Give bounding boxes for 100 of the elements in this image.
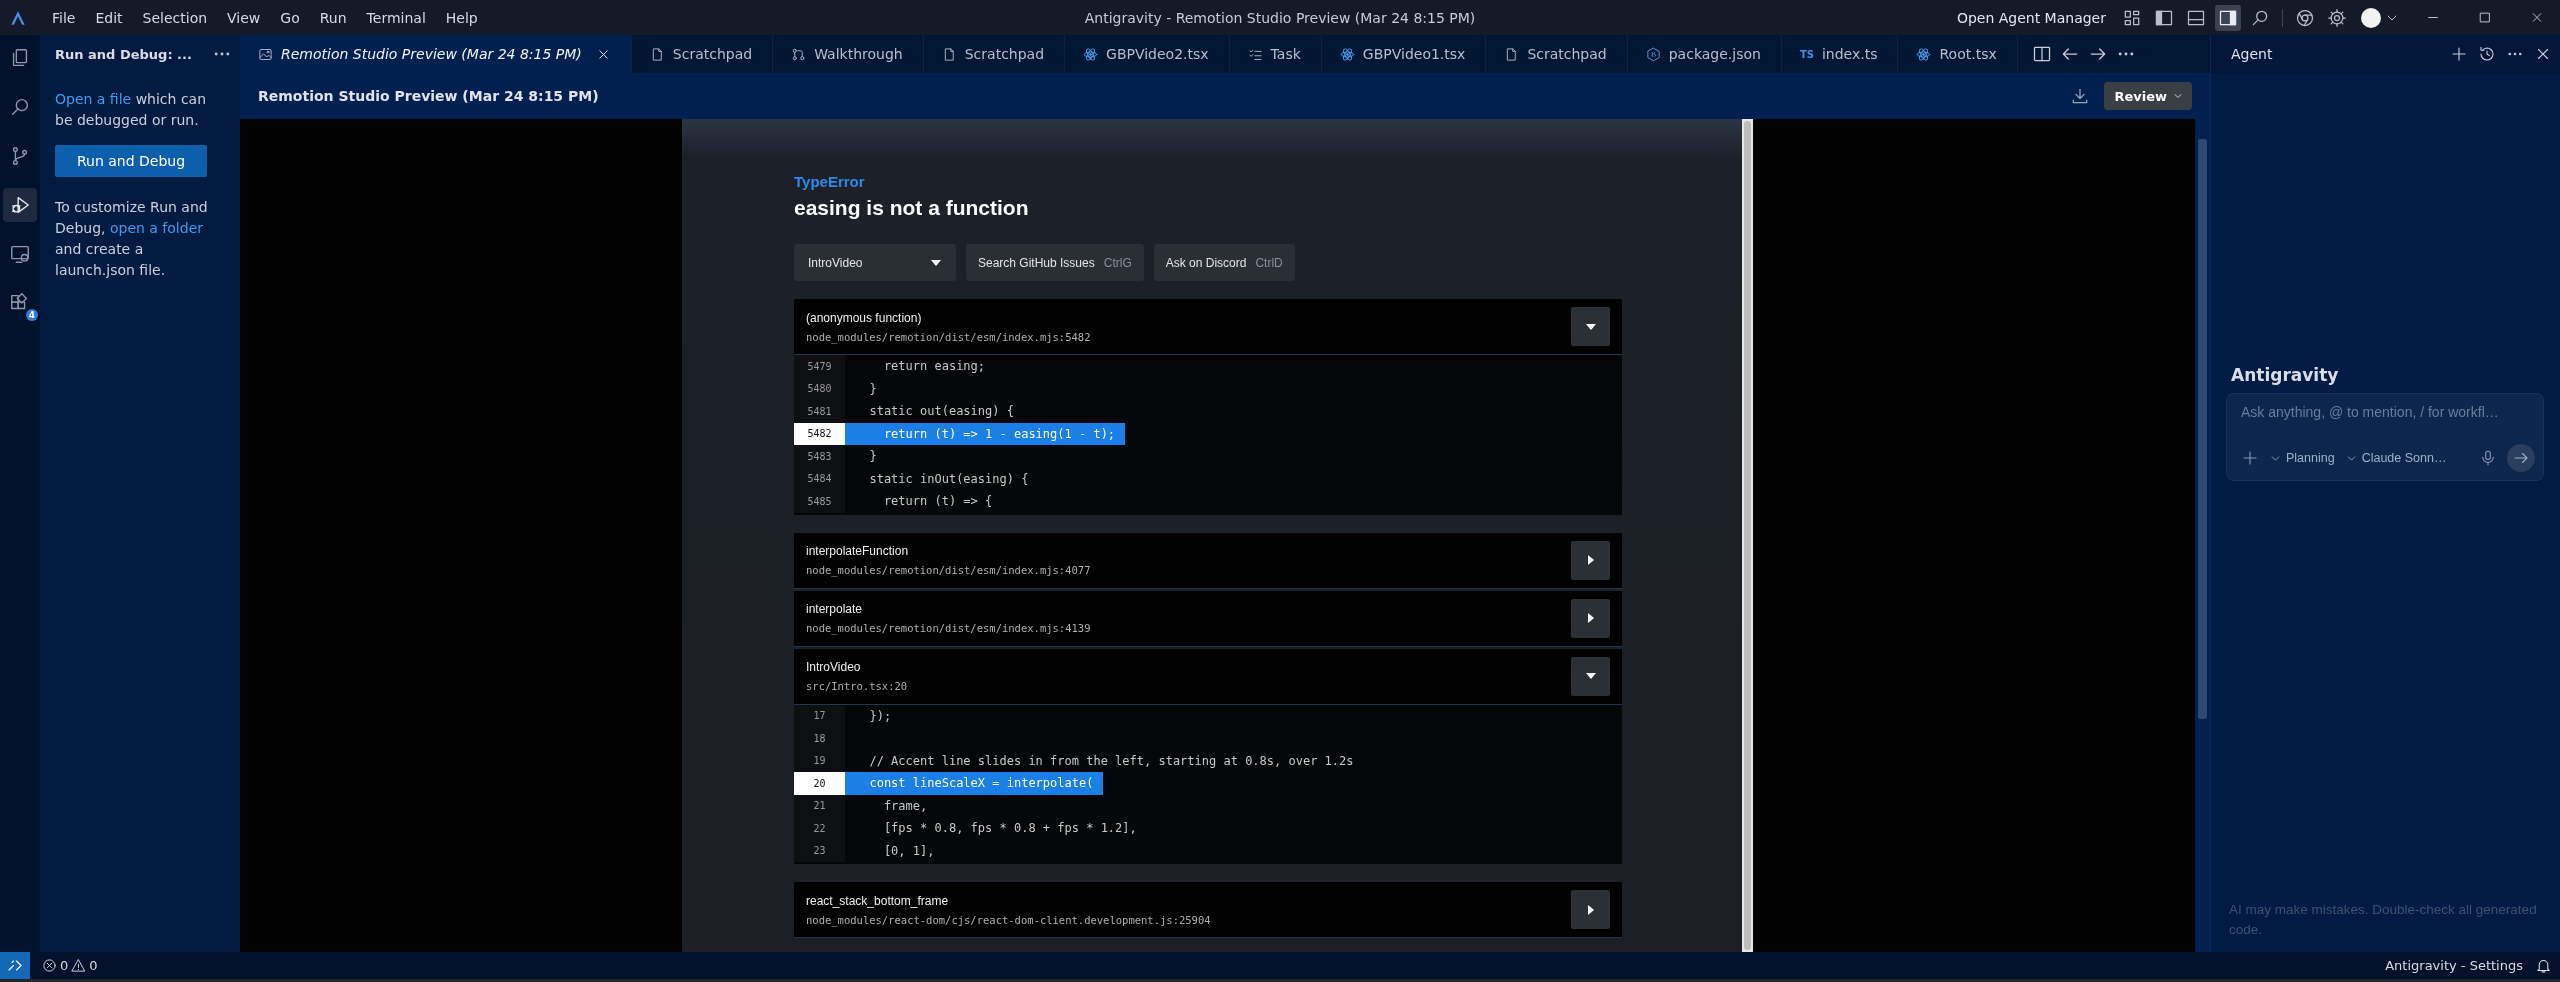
scrollbar-thumb[interactable] xyxy=(1744,121,1751,950)
error-icon xyxy=(42,958,57,973)
toggle-button[interactable] xyxy=(1571,598,1610,638)
split-editor-icon[interactable] xyxy=(2031,44,2052,64)
toggle-button[interactable] xyxy=(1571,540,1610,580)
menu-item[interactable]: Help xyxy=(435,5,488,30)
menu-item[interactable]: Edit xyxy=(85,5,133,30)
agent-manager-link[interactable]: Open Agent Manager xyxy=(1956,9,2106,26)
panel-title: Agent xyxy=(2231,46,2273,62)
function-name: interpolateFunction xyxy=(806,544,910,558)
sidebar-text: To customize Run and Debug, open a folder and create a launch.json file. xyxy=(55,198,209,280)
send-button[interactable] xyxy=(2507,444,2535,472)
warning-icon xyxy=(71,958,87,973)
code-line: static out(easing) { xyxy=(868,403,1015,421)
function-name: (anonymous function) xyxy=(806,310,923,325)
review-button[interactable]: Review xyxy=(2104,82,2192,110)
code-line: }); xyxy=(868,707,893,725)
function-name: react_stack_bottom_frame xyxy=(806,893,950,908)
atom-icon xyxy=(1339,46,1355,62)
problems-button[interactable]: 0 0 xyxy=(42,958,98,973)
count-badge: 4 xyxy=(25,309,38,321)
composition-dropdown[interactable]: IntroVideo xyxy=(794,244,956,281)
line-number: 5481 xyxy=(794,400,845,423)
new-chat-icon[interactable] xyxy=(2450,45,2468,63)
model-dropdown[interactable]: Claude Sonn… xyxy=(2344,451,2447,465)
error-message: easing is not a function xyxy=(794,196,1030,220)
toggle-button[interactable] xyxy=(1571,656,1610,696)
secondary-sidebar-toggle-icon[interactable] xyxy=(2215,4,2241,31)
code-line: // Accent line slides in from the left, starting at 0.8s, over 1.2s xyxy=(868,752,1355,770)
menu-item[interactable]: Run xyxy=(309,5,357,30)
search-icon xyxy=(9,96,31,118)
atom-icon xyxy=(1916,46,1932,62)
toggle-button[interactable] xyxy=(1571,890,1610,929)
branch-icon xyxy=(791,46,807,62)
atom-icon xyxy=(1083,46,1099,62)
caret-right-icon xyxy=(1586,903,1595,916)
link[interactable]: Open a file xyxy=(55,91,132,107)
function-name: IntroVideo xyxy=(806,660,862,674)
action-button[interactable]: Search GitHub Issues CtrlG xyxy=(966,244,1144,281)
mode-dropdown[interactable]: Planning xyxy=(2269,451,2335,465)
avatar-icon[interactable] xyxy=(2361,7,2381,28)
hexagon-icon xyxy=(1645,46,1661,62)
sidebar-title: Run and Debug: ... xyxy=(55,45,192,64)
code-line: [0, 1], xyxy=(882,842,936,860)
activity-run-debug-button[interactable] xyxy=(3,188,37,222)
activity-extensions-button[interactable]: 4 xyxy=(3,286,37,320)
line-number: 5485 xyxy=(794,490,845,513)
preview-title: Remotion Studio Preview (Mar 24 8:15 PM) xyxy=(258,88,599,104)
line-number: 5479 xyxy=(794,355,845,378)
code-line: static inOut(easing) { xyxy=(868,470,1030,488)
line-number: 5484 xyxy=(794,467,845,490)
remote-button[interactable] xyxy=(0,952,30,979)
line-number: 5482 xyxy=(794,422,845,445)
settings-status-item[interactable]: Antigravity - Settings xyxy=(2385,958,2523,973)
plus-icon[interactable] xyxy=(2241,449,2259,467)
link[interactable]: open a folder xyxy=(109,220,203,236)
code-line: frame, xyxy=(882,797,929,815)
menu-item[interactable]: View xyxy=(217,5,271,30)
monitor-icon xyxy=(9,243,31,265)
line-number: 22 xyxy=(794,817,845,840)
history-icon[interactable] xyxy=(2478,45,2496,63)
menu-item[interactable]: Selection xyxy=(132,5,218,30)
caret-right-icon xyxy=(1586,554,1595,566)
disclaimer-text: AI may make mistakes. Double-check all generated code. xyxy=(2229,901,2538,939)
editor-tab[interactable]: Remotion Studio Preview (Mar 24 8:15 PM) xyxy=(240,35,632,73)
file-location: node_modules/react-dom/cjs/react-dom-client.development.js:25904 xyxy=(806,913,1211,926)
error-type: TypeError xyxy=(794,173,866,190)
action-button[interactable]: Ask on Discord CtrlD xyxy=(1153,244,1295,281)
line-number: 19 xyxy=(794,749,845,772)
code-line: [fps * 0.8, fps * 0.8 + fps * 1.2], xyxy=(882,820,1138,838)
file-type-icon: TS xyxy=(1799,48,1814,60)
sidebar-text: Open a file which can be debugged or run. xyxy=(55,90,208,130)
code-line: return easing; xyxy=(882,358,987,376)
file-location: src/Intro.tsx:20 xyxy=(806,680,908,692)
toggle-button[interactable] xyxy=(1571,307,1610,346)
run-and-debug-button[interactable]: Run and Debug xyxy=(55,145,207,177)
line-number: 17 xyxy=(794,704,845,727)
agent-title: Antigravity xyxy=(2231,365,2340,385)
notifications-icon[interactable] xyxy=(2535,957,2552,974)
caret-down-icon xyxy=(1584,672,1597,680)
microphone-icon[interactable] xyxy=(2479,449,2497,467)
chat-input[interactable]: Ask anything, @ to mention, / for workfl… Planning Claude Sonn… xyxy=(2226,393,2544,481)
caret-icon xyxy=(930,258,942,267)
line-number: 18 xyxy=(794,727,845,750)
menu-item[interactable]: Terminal xyxy=(356,5,436,30)
file-location: node_modules/remotion/dist/esm/index.mjs:5482 xyxy=(806,330,1091,343)
image-icon xyxy=(258,46,273,62)
menu-item[interactable]: File xyxy=(42,5,86,30)
file-location: node_modules/remotion/dist/esm/index.mjs:4139 xyxy=(806,622,1091,634)
line-number: 21 xyxy=(794,794,845,817)
menu-item[interactable]: Go xyxy=(270,5,310,30)
caret-right-icon xyxy=(1586,612,1595,624)
scrollbar-thumb[interactable] xyxy=(2198,139,2207,719)
code-line: } xyxy=(868,448,878,466)
line-number: 23 xyxy=(794,839,845,862)
caret-down-icon xyxy=(1584,322,1597,331)
window-title: Antigravity - Remotion Studio Preview (Mar 24 8:15 PM) xyxy=(1084,9,1476,26)
line-number: 20 xyxy=(794,772,845,795)
play-bug-icon xyxy=(9,194,31,216)
code-line: return (t) => { xyxy=(882,493,994,511)
